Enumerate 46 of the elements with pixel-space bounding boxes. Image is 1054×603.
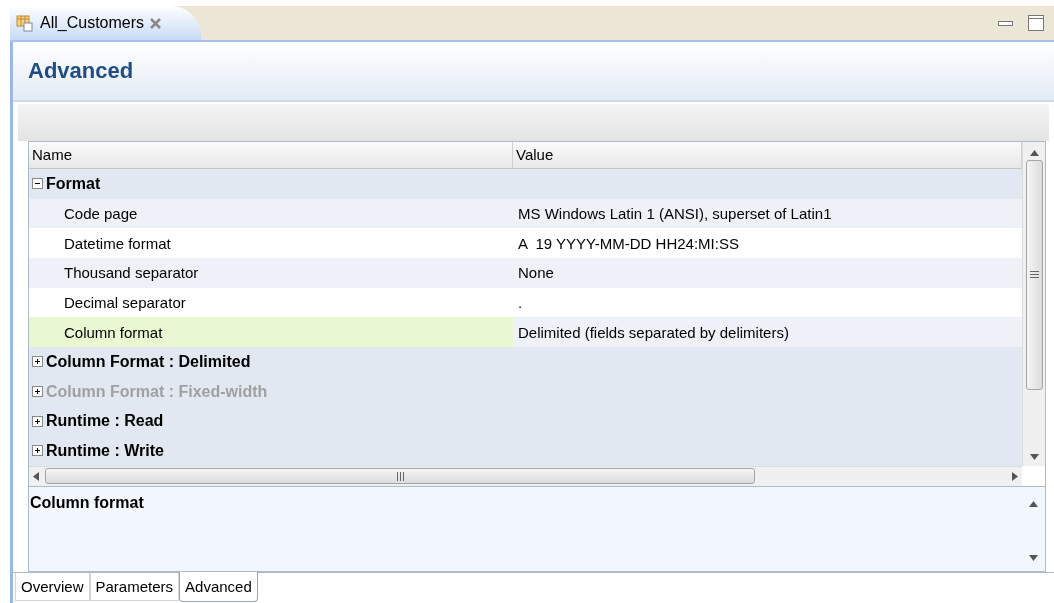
editor-tab[interactable]: All_Customers	[10, 6, 202, 40]
group-label: Format	[46, 174, 101, 193]
property-name-cell[interactable]: Decimal separator	[29, 287, 513, 318]
group-label: Column Format : Fixed-width	[46, 382, 268, 401]
group-label: Runtime : Write	[46, 441, 164, 460]
property-name-cell[interactable]: Code page	[29, 198, 513, 229]
column-header[interactable]: Name	[29, 141, 513, 168]
page-tab[interactable]: Parameters	[89, 573, 180, 601]
property-value-cell[interactable]: A 19 YYYY-MM-DD HH24:MI:SS	[513, 228, 1022, 258]
scroll-down-icon[interactable]	[1029, 453, 1039, 460]
horizontal-scrollbar[interactable]	[29, 465, 1022, 486]
page-tab[interactable]: Overview	[15, 573, 90, 601]
group-row[interactable]: Column Format : Delimited	[29, 347, 1022, 377]
minimize-icon[interactable]	[998, 19, 1014, 27]
scroll-down-icon[interactable]	[1029, 555, 1038, 561]
expand-icon[interactable]	[32, 356, 43, 368]
description-title: Column format	[30, 493, 144, 511]
scrollbar-thumb[interactable]	[1025, 159, 1043, 390]
table-file-icon	[16, 14, 34, 32]
group-row[interactable]: Runtime : Write	[29, 436, 1022, 466]
group-label: Column Format : Delimited	[46, 352, 251, 371]
editor-tab-title: All_Customers	[40, 14, 145, 32]
vertical-scrollbar[interactable]	[1022, 141, 1045, 466]
group-row[interactable]: Runtime : Read	[29, 406, 1022, 437]
scroll-up-icon[interactable]	[1029, 500, 1038, 507]
property-value-cell[interactable]: MS Windows Latin 1 (ANSI), superset of Latin1	[513, 198, 1022, 229]
group-label: Runtime : Read	[46, 412, 164, 431]
scrollbar-thumb[interactable]	[45, 468, 755, 485]
property-value-cell[interactable]: Delimited (fields separated by delimiters)	[513, 317, 1022, 347]
collapse-icon[interactable]	[32, 178, 43, 190]
property-name-cell[interactable]: Datetime format	[29, 228, 513, 258]
scroll-right-icon[interactable]	[1012, 471, 1018, 481]
group-row[interactable]: Format	[29, 168, 1022, 199]
property-value-cell[interactable]: None	[513, 257, 1022, 288]
expand-icon[interactable]	[32, 445, 43, 457]
grip-icon	[1029, 271, 1039, 279]
property-name-cell[interactable]: Thousand separator	[29, 257, 513, 288]
scroll-left-icon[interactable]	[33, 471, 39, 481]
property-name-cell[interactable]: Column format	[29, 317, 513, 347]
grip-icon	[396, 471, 404, 481]
close-icon[interactable]	[150, 17, 162, 29]
page-tab[interactable]: Advanced	[179, 572, 258, 602]
property-value-cell[interactable]: .	[513, 287, 1022, 318]
expand-icon[interactable]	[32, 415, 43, 427]
maximize-icon[interactable]	[1028, 15, 1044, 31]
scroll-up-icon[interactable]	[1029, 149, 1039, 156]
